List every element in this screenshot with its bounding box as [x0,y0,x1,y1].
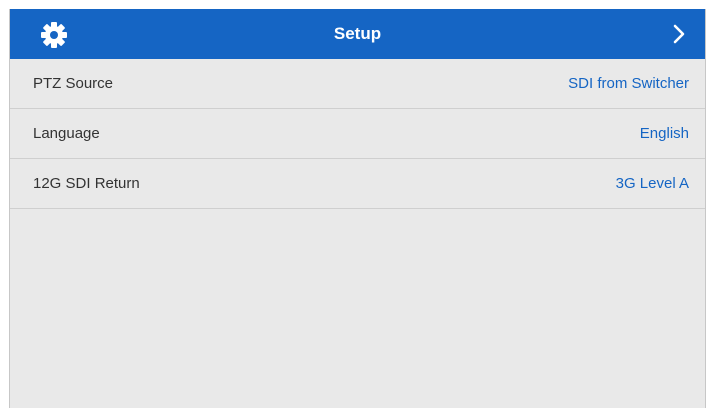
setting-label: PTZ Source [33,75,114,92]
chevron-right-icon[interactable] [667,22,691,46]
page-title: Setup [333,24,382,43]
setup-panel: Setup PTZ Source SDI from Switcher Langu… [9,9,706,408]
setting-value[interactable]: English [640,125,689,142]
setting-label: Language [33,125,100,142]
gear-icon[interactable] [40,21,68,49]
setting-row-12g-sdi-return[interactable]: 12G SDI Return 3G Level A [10,159,705,209]
header-bar: Setup [10,9,705,59]
setting-row-ptz-source[interactable]: PTZ Source SDI from Switcher [10,59,705,109]
setting-row-language[interactable]: Language English [10,109,705,159]
setting-value[interactable]: 3G Level A [616,175,689,192]
setting-value[interactable]: SDI from Switcher [568,75,689,92]
setting-label: 12G SDI Return [33,175,140,192]
